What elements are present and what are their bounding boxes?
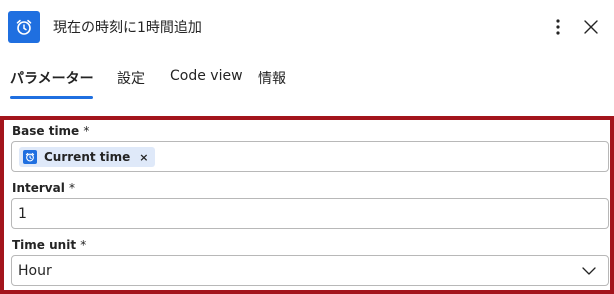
token-remove-button[interactable]: ×	[139, 152, 148, 163]
active-tab-indicator	[10, 96, 93, 99]
required-mark: *	[83, 124, 90, 138]
token-label: Current time	[44, 150, 131, 164]
alarm-clock-icon	[8, 11, 40, 43]
base-time-label: Base time *	[12, 124, 90, 138]
required-mark: *	[80, 238, 87, 252]
current-time-token[interactable]: Current time ×	[19, 147, 155, 167]
parameters-section: Base time * Current time × Interval * 1 …	[0, 116, 614, 294]
required-mark: *	[69, 181, 76, 195]
chevron-down-icon	[582, 265, 596, 277]
interval-label: Interval *	[12, 181, 76, 195]
panel-header: 現在の時刻に1時間追加	[0, 0, 614, 56]
more-options-button[interactable]	[548, 16, 568, 38]
interval-value: 1	[18, 206, 27, 222]
time-unit-value: Hour	[18, 263, 52, 279]
tab-code-view[interactable]: Code view	[170, 68, 243, 84]
time-unit-select[interactable]: Hour	[11, 255, 609, 286]
interval-field[interactable]: 1	[11, 198, 609, 229]
more-vertical-icon	[556, 19, 560, 35]
close-icon	[584, 20, 598, 34]
tab-bar: パラメーター 設定 Code view 情報	[0, 64, 614, 104]
time-unit-label: Time unit *	[12, 238, 87, 252]
base-time-field[interactable]: Current time ×	[11, 141, 609, 172]
tab-parameters[interactable]: パラメーター	[10, 68, 94, 88]
tab-settings[interactable]: 設定	[117, 68, 145, 88]
panel-title: 現在の時刻に1時間追加	[53, 20, 202, 36]
tab-about[interactable]: 情報	[258, 68, 286, 88]
alarm-clock-icon	[23, 150, 37, 164]
close-button[interactable]	[580, 16, 602, 38]
